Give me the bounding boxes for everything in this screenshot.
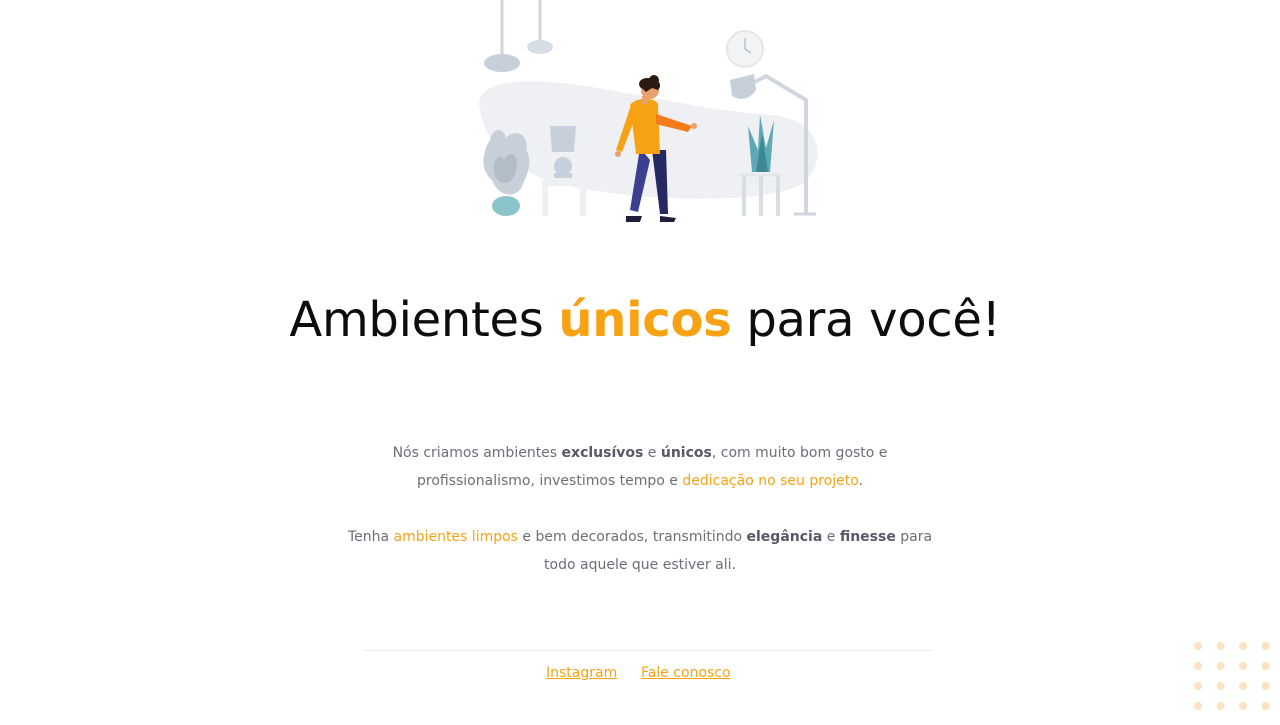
- dot-grid-decoration: [1190, 638, 1280, 720]
- decoration-dot: [1239, 662, 1247, 670]
- body-text: e: [643, 445, 661, 461]
- decoration-dot: [1216, 702, 1225, 710]
- living-room-illustration: [470, 0, 830, 230]
- emphasis-text: elegância: [746, 529, 823, 545]
- decoration-dot: [1239, 702, 1247, 710]
- decoration-dot: [1194, 682, 1202, 690]
- intro-paragraph-1: Nós criamos ambientes exclusívos e único…: [340, 439, 940, 495]
- body-text: e: [822, 529, 840, 545]
- page-title: Ambientes únicos para você!: [0, 292, 1280, 349]
- emphasis-text: exclusívos: [561, 445, 644, 461]
- decoration-dot: [1239, 682, 1247, 690]
- decoration-dot: [1261, 702, 1270, 710]
- decoration-dot: [1261, 682, 1270, 690]
- decoration-dot: [1261, 662, 1270, 670]
- emphasis-text: únicos: [660, 445, 712, 461]
- highlighted-text: dedicação no seu projeto: [682, 473, 859, 489]
- footer-divider: [364, 650, 932, 651]
- highlighted-text: ambientes limpos: [393, 529, 518, 545]
- decoration-dot: [1194, 642, 1202, 650]
- decoration-dot: [1194, 702, 1202, 710]
- instagram-link[interactable]: Instagram: [546, 662, 617, 684]
- intro-paragraph-2: Tenha ambientes limpos e bem decorados, …: [340, 523, 940, 579]
- decoration-dot: [1216, 662, 1225, 670]
- decoration-dot: [1261, 642, 1270, 650]
- title-end: para você!: [731, 292, 1001, 348]
- title-start: Ambientes: [289, 292, 559, 348]
- emphasis-text: finesse: [839, 529, 896, 545]
- decoration-dot: [1194, 662, 1202, 670]
- decoration-dot: [1216, 642, 1225, 650]
- decoration-dot: [1239, 642, 1247, 650]
- title-highlight: únicos: [558, 292, 732, 348]
- decoration-dot: [1216, 682, 1225, 690]
- body-text: .: [858, 473, 864, 489]
- body-text: Tenha: [347, 529, 394, 545]
- body-text: e bem decorados, transmitindo: [517, 529, 747, 545]
- body-text: Nós criamos ambientes: [392, 445, 562, 461]
- contact-link[interactable]: Fale conosco: [641, 662, 731, 684]
